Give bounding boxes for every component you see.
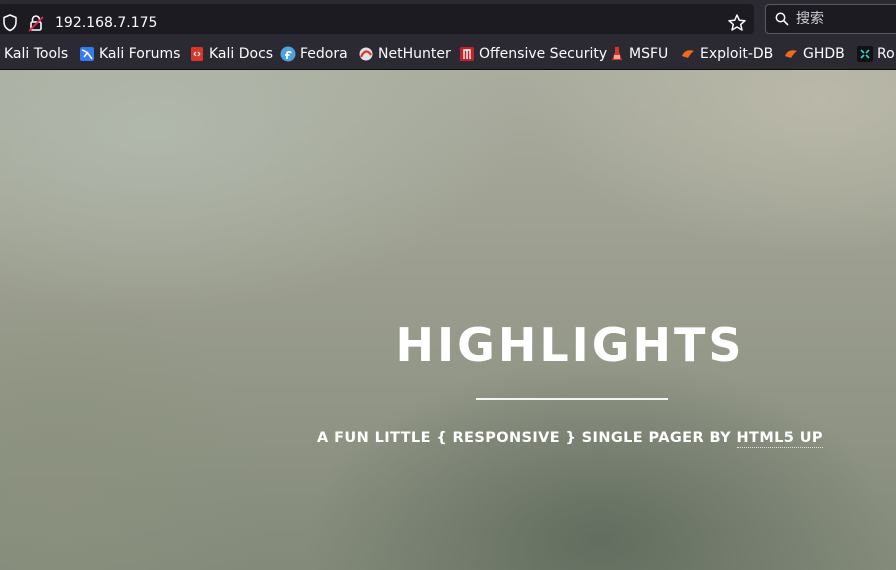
bookmark-label: GHDB xyxy=(803,46,845,62)
bookmark-label: Kali Forums xyxy=(99,46,181,62)
bookmark-msfu[interactable]: MSFU xyxy=(609,38,668,70)
ghdb-icon xyxy=(785,50,797,58)
search-input[interactable]: 搜索 xyxy=(796,10,824,28)
hero-divider xyxy=(476,398,668,400)
search-bar[interactable]: 搜索 xyxy=(765,4,896,34)
bookmark-offensive-security[interactable]: Offensive Security xyxy=(459,38,607,70)
bookmark-fedora[interactable]: Fedora xyxy=(280,38,348,70)
msfu-icon xyxy=(612,47,622,60)
tracking-protection-shield-icon[interactable] xyxy=(2,14,18,32)
bookmark-kali-docs[interactable]: Kali Docs xyxy=(189,38,273,70)
search-icon xyxy=(775,12,789,26)
bookmark-label: Ro xyxy=(877,46,895,62)
bookmark-exploit-db[interactable]: Exploit-DB xyxy=(680,38,773,70)
bookmark-roadmap[interactable]: Ro xyxy=(857,38,895,70)
exploit-db-icon xyxy=(682,50,694,58)
bookmarks-toolbar: Kali Tools Kali Forums Kali Docs Fedora xyxy=(0,38,896,70)
kali-forums-icon xyxy=(80,47,94,61)
hero-subtitle: A FUN LITTLE { RESPONSIVE } SINGLE PAGER… xyxy=(300,426,840,450)
insecure-lock-icon[interactable] xyxy=(28,14,44,32)
fedora-icon xyxy=(280,46,296,62)
bookmark-kali-tools[interactable]: Kali Tools xyxy=(4,38,68,70)
roadmap-icon xyxy=(857,46,873,62)
bookmark-label: Kali Docs xyxy=(209,46,274,62)
page-title: HIGHLIGHTS xyxy=(395,318,745,372)
url-bar[interactable]: 192.168.7.175 xyxy=(0,4,754,34)
navigation-toolbar: 192.168.7.175 搜索 xyxy=(0,0,896,38)
bookmark-label: Offensive Security xyxy=(479,46,608,62)
bookmark-kali-forums[interactable]: Kali Forums xyxy=(79,38,180,70)
bookmark-star-icon[interactable] xyxy=(727,13,747,33)
bookmark-nethunter[interactable]: NetHunter xyxy=(358,38,451,70)
bookmark-label: Exploit-DB xyxy=(700,46,774,62)
kali-docs-icon xyxy=(191,47,203,61)
hero-subtitle-text: A FUN LITTLE { RESPONSIVE } SINGLE PAGER… xyxy=(317,430,737,446)
bookmark-ghdb[interactable]: GHDB xyxy=(783,38,845,70)
bookmark-label: NetHunter xyxy=(378,46,451,62)
html5-up-link[interactable]: HTML5 UP xyxy=(736,430,823,448)
url-text[interactable]: 192.168.7.175 xyxy=(55,13,157,33)
nethunter-icon xyxy=(359,47,373,61)
bookmark-label: MSFU xyxy=(629,46,669,62)
bookmark-label: Fedora xyxy=(300,46,348,62)
bookmark-label: Kali Tools xyxy=(4,46,69,62)
page-content: HIGHLIGHTS A FUN LITTLE { RESPONSIVE } S… xyxy=(0,70,896,570)
browser-window: 192.168.7.175 搜索 Kali Tools Kali Forums xyxy=(0,0,896,570)
offsec-icon xyxy=(460,47,474,61)
